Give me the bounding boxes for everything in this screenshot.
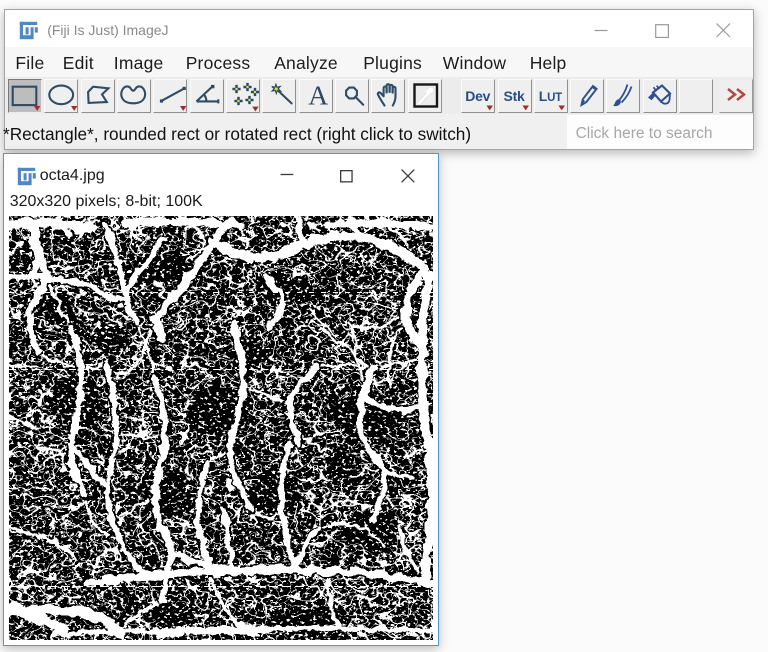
- svg-text:A: A: [308, 80, 328, 111]
